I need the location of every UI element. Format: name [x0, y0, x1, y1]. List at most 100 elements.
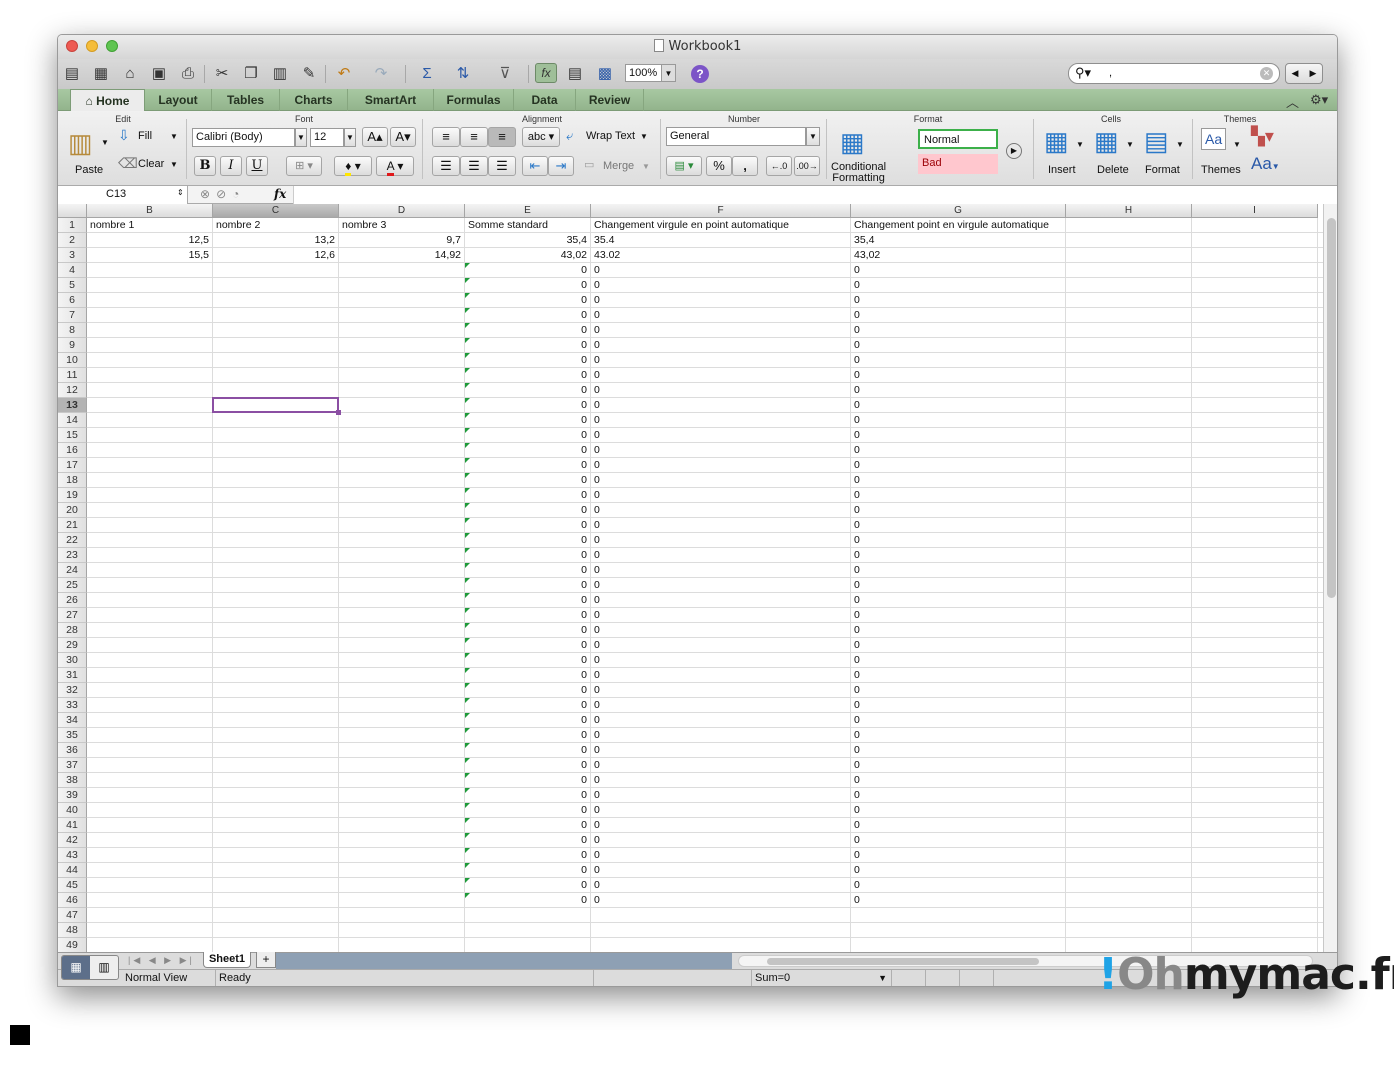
error-indicator-icon[interactable] — [465, 443, 470, 448]
cell[interactable] — [213, 413, 339, 428]
search-nav-buttons[interactable]: ◀ ▶ — [1285, 63, 1323, 84]
cell[interactable] — [87, 458, 213, 473]
cell[interactable] — [339, 338, 465, 353]
insert-dropdown-icon[interactable]: ▼ — [1076, 140, 1084, 149]
cell[interactable] — [1192, 773, 1318, 788]
cell[interactable]: 0 — [591, 863, 851, 878]
cell[interactable]: 0 — [465, 278, 591, 293]
align-top-icon[interactable]: ≡ — [432, 127, 460, 147]
error-indicator-icon[interactable] — [465, 278, 470, 283]
cell[interactable]: 0 — [465, 728, 591, 743]
cell[interactable]: 15,5 — [87, 248, 213, 263]
cell[interactable]: 0 — [465, 833, 591, 848]
cell[interactable]: 0 — [465, 308, 591, 323]
cell[interactable]: 0 — [851, 863, 1066, 878]
cell[interactable]: 0 — [465, 848, 591, 863]
cell[interactable] — [87, 923, 213, 938]
cut-icon[interactable]: ✂ — [211, 63, 233, 83]
cell[interactable] — [1066, 383, 1192, 398]
merge-dropdown-icon[interactable]: ▼ — [642, 162, 650, 171]
row-header[interactable]: 17 — [58, 458, 87, 473]
cell[interactable] — [213, 263, 339, 278]
cell[interactable] — [87, 383, 213, 398]
cell[interactable]: 0 — [465, 488, 591, 503]
cell[interactable] — [87, 773, 213, 788]
cell[interactable] — [213, 908, 339, 923]
column-header[interactable]: F — [591, 204, 851, 218]
row-header[interactable]: 8 — [58, 323, 87, 338]
row-header[interactable]: 20 — [58, 503, 87, 518]
cell[interactable] — [87, 653, 213, 668]
cell[interactable]: 0 — [851, 263, 1066, 278]
cell[interactable] — [213, 713, 339, 728]
shrink-font-button[interactable]: A▾ — [390, 127, 416, 147]
cell[interactable] — [213, 878, 339, 893]
cell[interactable] — [213, 563, 339, 578]
cell[interactable] — [87, 413, 213, 428]
cell[interactable] — [1066, 683, 1192, 698]
cell[interactable] — [213, 458, 339, 473]
cell[interactable]: 35.4 — [591, 233, 851, 248]
cell[interactable]: 0 — [591, 608, 851, 623]
cell[interactable]: 43.02 — [591, 248, 851, 263]
clear-button[interactable]: Clear — [138, 158, 164, 170]
row-header[interactable]: 24 — [58, 563, 87, 578]
cell[interactable] — [465, 908, 591, 923]
cell[interactable] — [213, 773, 339, 788]
cell[interactable]: 0 — [851, 563, 1066, 578]
cell[interactable]: 0 — [591, 398, 851, 413]
cell[interactable]: 0 — [591, 593, 851, 608]
tab-home[interactable]: ⌂ Home — [70, 89, 145, 112]
error-indicator-icon[interactable] — [465, 383, 470, 388]
cell[interactable]: 0 — [851, 518, 1066, 533]
cell[interactable] — [1066, 473, 1192, 488]
cell[interactable] — [851, 938, 1066, 952]
cell[interactable] — [1192, 533, 1318, 548]
cell[interactable]: 0 — [465, 443, 591, 458]
cell[interactable]: 0 — [591, 893, 851, 908]
cell[interactable] — [339, 833, 465, 848]
cell[interactable] — [1192, 563, 1318, 578]
new-icon[interactable]: ▤ — [61, 63, 83, 83]
cell[interactable] — [1192, 908, 1318, 923]
error-indicator-icon[interactable] — [465, 368, 470, 373]
row-header[interactable]: 25 — [58, 578, 87, 593]
cell[interactable] — [87, 833, 213, 848]
borders-button[interactable]: ⊞ ▾ — [286, 156, 322, 176]
cell[interactable]: 0 — [851, 548, 1066, 563]
bold-button[interactable]: B — [194, 156, 216, 176]
cell[interactable] — [1192, 818, 1318, 833]
format-cells-icon[interactable]: ▤ — [1144, 126, 1169, 157]
insert-button[interactable]: Insert — [1048, 164, 1076, 176]
fill-button[interactable]: Fill — [138, 130, 152, 142]
cell[interactable] — [1066, 623, 1192, 638]
decrease-indent-icon[interactable]: ⇤ — [522, 156, 548, 176]
cell[interactable] — [87, 848, 213, 863]
font-size-dropdown[interactable]: ▼ — [344, 128, 356, 147]
cell[interactable] — [213, 758, 339, 773]
cell[interactable] — [87, 308, 213, 323]
cell[interactable] — [87, 593, 213, 608]
cell[interactable] — [213, 743, 339, 758]
cell[interactable]: 0 — [851, 353, 1066, 368]
wrap-text-icon[interactable]: ⤶ — [566, 128, 573, 144]
row-header[interactable]: 4 — [58, 263, 87, 278]
insert-cells-icon[interactable]: ▦ — [1044, 126, 1069, 157]
error-indicator-icon[interactable] — [465, 848, 470, 853]
row-header[interactable]: 2 — [58, 233, 87, 248]
cell[interactable] — [339, 728, 465, 743]
cell[interactable] — [339, 698, 465, 713]
cell[interactable]: 0 — [591, 758, 851, 773]
tab-charts[interactable]: Charts — [280, 89, 348, 111]
cell[interactable] — [1192, 323, 1318, 338]
cell[interactable]: 0 — [465, 533, 591, 548]
cell[interactable] — [87, 488, 213, 503]
tab-layout[interactable]: Layout — [145, 89, 212, 111]
error-indicator-icon[interactable] — [465, 683, 470, 688]
row-header[interactable]: 38 — [58, 773, 87, 788]
cell[interactable] — [213, 548, 339, 563]
cell[interactable] — [1066, 893, 1192, 908]
cell[interactable]: 0 — [591, 848, 851, 863]
cell[interactable] — [339, 818, 465, 833]
error-indicator-icon[interactable] — [465, 638, 470, 643]
